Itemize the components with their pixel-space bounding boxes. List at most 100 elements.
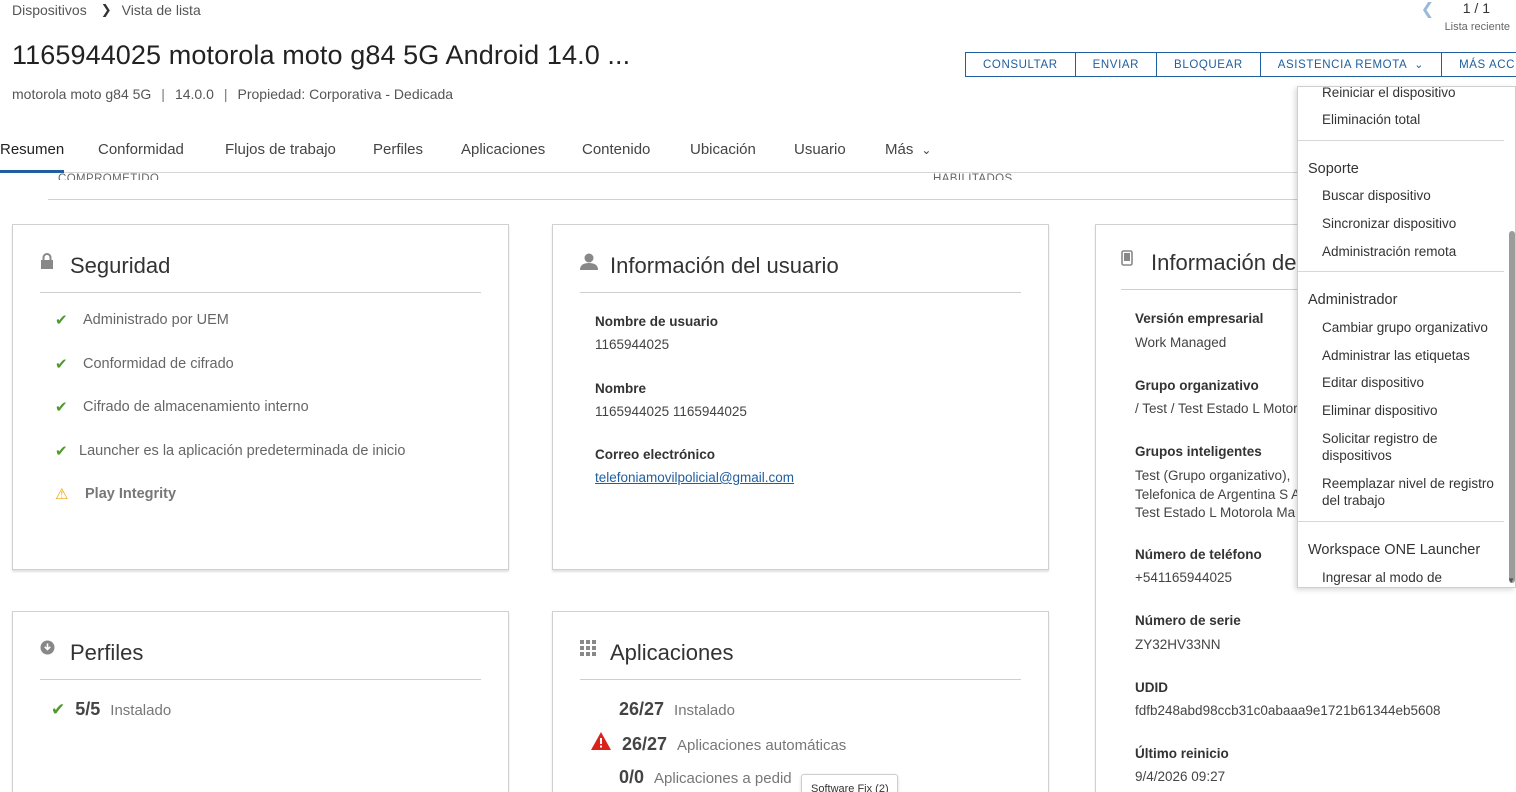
- page-title: 1165944025 motorola moto g84 5G Android …: [12, 40, 631, 70]
- profiles-status[interactable]: ✔ 5/5 Instalado: [51, 699, 171, 720]
- serial-label: Número de serie: [1135, 613, 1241, 628]
- breadcrumb-root-link[interactable]: Dispositivos: [12, 2, 87, 18]
- menu-item-edit-device[interactable]: Editar dispositivo: [1322, 374, 1502, 391]
- menu-item-find-device[interactable]: Buscar dispositivo: [1322, 187, 1502, 204]
- divider: |: [161, 86, 165, 102]
- mobile-device-icon: [1121, 250, 1151, 271]
- profiles-count: 5/5: [75, 699, 101, 719]
- enterprise-version-label: Versión empresarial: [1135, 311, 1264, 326]
- menu-scrollbar[interactable]: [1509, 231, 1515, 583]
- device-ownership: Propiedad: Corporativa - Dedicada: [237, 86, 454, 102]
- tab-bar: Resumen Conformidad Flujos de trabajo Pe…: [0, 140, 1516, 173]
- security-item: ✔ Conformidad de cifrado: [55, 356, 234, 373]
- tab-workflows[interactable]: Flujos de trabajo: [225, 140, 336, 173]
- device-model: motorola moto g84 5G: [12, 86, 152, 102]
- menu-item-remote-management[interactable]: Administración remota: [1322, 243, 1502, 260]
- apps-automatic-row[interactable]: 26/27 Aplicaciones automáticas: [591, 732, 846, 755]
- email-link[interactable]: telefoniamovilpolicial@gmail.com: [595, 470, 794, 485]
- security-item-warning[interactable]: ⚠ Play Integrity: [55, 485, 176, 503]
- menu-item-replace-work-log-level[interactable]: Reemplazar nivel de registro del trabajo: [1322, 475, 1502, 509]
- name-value: 1165944025 1165944025: [595, 404, 747, 419]
- menu-item-manage-tags[interactable]: Administrar las etiquetas: [1322, 347, 1502, 364]
- menu-group-support: Soporte: [1308, 161, 1359, 177]
- apps-installed-row[interactable]: 26/27 Instalado: [619, 699, 735, 720]
- check-icon: ✔: [55, 443, 68, 460]
- previous-arrow-icon[interactable]: ❮: [1421, 0, 1434, 19]
- menu-item-wipe[interactable]: Eliminación total: [1322, 111, 1502, 128]
- menu-item-delete-device[interactable]: Eliminar dispositivo: [1322, 402, 1502, 419]
- apps-card: Aplicaciones 26/27 Instalado 26/27 Aplic…: [552, 611, 1049, 792]
- card-title: Información de: [1151, 250, 1297, 275]
- tab-location[interactable]: Ubicación: [690, 140, 756, 173]
- menu-group-admin: Administrador: [1308, 292, 1398, 308]
- action-bar: CONSULTAR ENVIAR BLOQUEAR ASISTENCIA REM…: [965, 52, 1516, 77]
- send-button[interactable]: ENVIAR: [1074, 52, 1157, 77]
- enterprise-version-value: Work Managed: [1135, 335, 1227, 350]
- tab-apps[interactable]: Aplicaciones: [461, 140, 545, 173]
- more-actions-menu: Reiniciar el dispositivo Eliminación tot…: [1297, 86, 1516, 588]
- last-reboot-value: 9/4/2026 09:27: [1135, 769, 1226, 784]
- card-title: Seguridad: [70, 253, 171, 278]
- error-triangle-icon: [591, 732, 622, 755]
- tab-content[interactable]: Contenido: [582, 140, 650, 173]
- menu-item-request-device-log[interactable]: Solicitar registro de dispositivos: [1322, 430, 1502, 464]
- org-group-label: Grupo organizativo: [1135, 378, 1259, 393]
- tab-user[interactable]: Usuario: [794, 140, 846, 173]
- chevron-down-icon: ⌄: [921, 143, 932, 157]
- security-card: Seguridad ✔ Administrado por UEM ✔ Conform…: [12, 224, 509, 570]
- menu-item-change-org-group[interactable]: Cambiar grupo organizativo: [1322, 319, 1502, 336]
- tab-profiles[interactable]: Perfiles: [373, 140, 423, 173]
- last-reboot-label: Último reinicio: [1135, 746, 1229, 761]
- lock-button[interactable]: BLOQUEAR: [1156, 52, 1260, 77]
- card-title: Información del usuario: [610, 253, 839, 278]
- username-label: Nombre de usuario: [595, 314, 719, 329]
- more-actions-button[interactable]: MÁS ACCIONES⌄: [1441, 52, 1516, 77]
- menu-divider: [1298, 521, 1504, 522]
- scroll-down-arrow-icon[interactable]: ▼: [1507, 576, 1515, 585]
- serial-value: ZY32HV33NN: [1135, 637, 1221, 652]
- grid-icon: [580, 640, 610, 661]
- check-icon: ✔: [51, 700, 66, 719]
- breadcrumb: Dispositivos ❯ Vista de lista: [12, 2, 201, 18]
- menu-divider: [1298, 271, 1504, 272]
- smart-group-item: Telefonica de Argentina S A: [1135, 487, 1301, 502]
- check-icon: ✔: [55, 312, 68, 329]
- menu-item-sync-device[interactable]: Sincronizar dispositivo: [1322, 215, 1502, 232]
- card-title: Aplicaciones: [610, 640, 734, 665]
- user-icon: [580, 253, 610, 275]
- recent-list-link[interactable]: Lista reciente: [1445, 21, 1510, 33]
- menu-item-enter-mode[interactable]: Ingresar al modo de: [1322, 569, 1502, 586]
- remote-assist-button[interactable]: ASISTENCIA REMOTA ⌄: [1259, 52, 1442, 77]
- device-version: 14.0.0: [174, 86, 214, 102]
- menu-item-reboot[interactable]: Reiniciar el dispositivo: [1322, 87, 1502, 101]
- apps-on-demand-row[interactable]: 0/0 Aplicaciones a pedid: [619, 767, 792, 788]
- card-title: Perfiles: [70, 640, 144, 665]
- tooltip: Software Fix (2): [801, 774, 898, 792]
- pager: ❮ 1 / 1: [1421, 0, 1490, 18]
- phone-label: Número de teléfono: [1135, 547, 1262, 562]
- pager-value: 1 / 1: [1462, 0, 1490, 16]
- device-summary: motorola moto g84 5G | 14.0.0 | Propieda…: [12, 86, 453, 102]
- check-icon: ✔: [55, 356, 68, 373]
- tab-more[interactable]: Más ⌄: [885, 140, 931, 173]
- user-info-card: Información del usuario Nombre de usuari…: [552, 224, 1049, 570]
- smart-group-item: Test (Grupo organizativo),: [1135, 468, 1291, 483]
- udid-label: UDID: [1135, 680, 1168, 695]
- udid-value: fdfb248abd98ccb31c0abaaa9e1721b61344eb56…: [1135, 703, 1441, 718]
- tab-summary[interactable]: Resumen: [0, 140, 65, 173]
- menu-group-launcher: Workspace ONE Launcher: [1308, 542, 1481, 558]
- smart-groups-label: Grupos inteligentes: [1135, 444, 1262, 459]
- username-value: 1165944025: [595, 337, 670, 352]
- query-button[interactable]: CONSULTAR: [965, 52, 1075, 77]
- security-item: ✔ Launcher es la aplicación predeterminad…: [55, 443, 406, 460]
- breadcrumb-current: Vista de lista: [121, 2, 201, 18]
- check-icon: ✔: [55, 399, 68, 416]
- lock-icon: [40, 253, 70, 274]
- menu-divider: [1298, 140, 1504, 141]
- profiles-status-label: Instalado: [110, 702, 172, 719]
- enabled-label: HABILITADOS: [933, 173, 1013, 180]
- org-group-value: / Test / Test Estado L Motor: [1135, 401, 1298, 416]
- email-label: Correo electrónico: [595, 447, 716, 462]
- security-item: ✔ Administrado por UEM: [55, 312, 229, 329]
- profiles-card: Perfiles ✔ 5/5 Instalado: [12, 611, 509, 792]
